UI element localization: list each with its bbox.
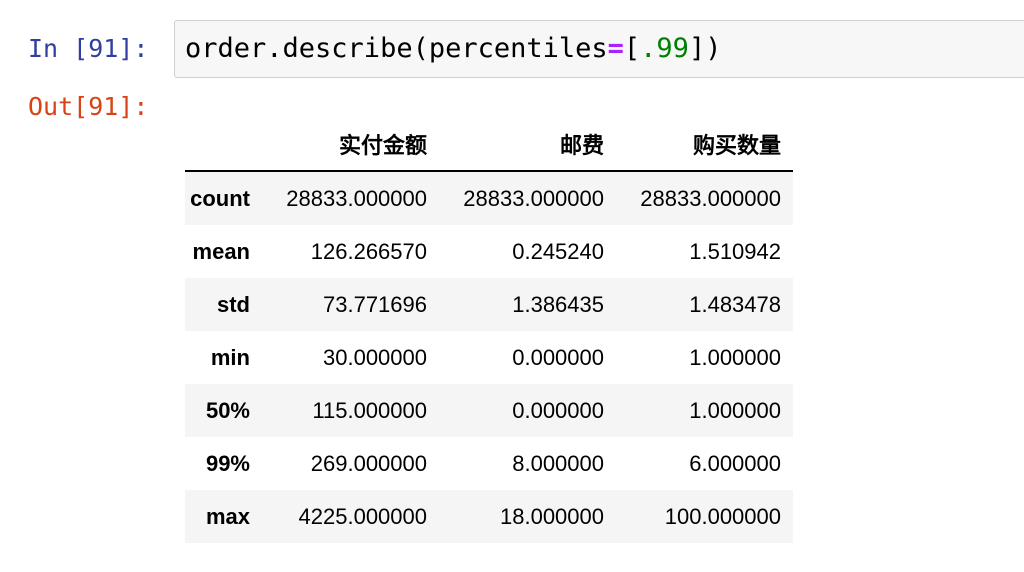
row-label: 50% bbox=[205, 397, 250, 423]
table-cell: 269.000000 bbox=[310, 450, 427, 476]
code-input-cell[interactable]: order.describe(percentiles=[.99]) bbox=[174, 20, 1024, 78]
code-number: .99 bbox=[640, 33, 689, 64]
header-row: 实付金额 邮费 购买数量 bbox=[185, 118, 793, 172]
table-row: max 4225.000000 18.000000 100.000000 bbox=[185, 490, 793, 543]
table-row: min 30.000000 0.000000 1.000000 bbox=[185, 331, 793, 384]
notebook-page: In [91]: order.describe(percentiles=[.99… bbox=[0, 0, 1024, 572]
row-label: 99% bbox=[205, 450, 250, 476]
table-row: 99% 269.000000 8.000000 6.000000 bbox=[185, 437, 793, 490]
code-text[interactable]: order.describe(percentiles=[.99]) bbox=[185, 34, 721, 64]
table-cell: 30.000000 bbox=[323, 344, 427, 370]
row-label: std bbox=[217, 291, 250, 317]
table-row: mean 126.266570 0.245240 1.510942 bbox=[185, 225, 793, 278]
table-cell: 18.000000 bbox=[500, 503, 604, 529]
row-label: max bbox=[205, 503, 250, 529]
table-cell: 6.000000 bbox=[689, 450, 781, 476]
table-cell: 1.510942 bbox=[689, 238, 781, 264]
table-cell: 73.771696 bbox=[323, 291, 427, 317]
table-cell: 28833.000000 bbox=[463, 185, 604, 211]
table-row: std 73.771696 1.386435 1.483478 bbox=[185, 278, 793, 331]
code-bracket-close: ]) bbox=[688, 33, 722, 64]
table-cell: 4225.000000 bbox=[298, 503, 427, 529]
row-label: min bbox=[210, 344, 250, 370]
table-cell: 1.386435 bbox=[512, 291, 604, 317]
table-header: 实付金额 邮费 购买数量 bbox=[185, 118, 793, 172]
table-cell: 8.000000 bbox=[512, 450, 604, 476]
input-prompt: In [91]: bbox=[28, 34, 149, 63]
code-operator: = bbox=[607, 33, 624, 64]
row-label: mean bbox=[192, 238, 250, 264]
table-cell: 0.000000 bbox=[512, 397, 604, 423]
table-cell: 0.000000 bbox=[512, 344, 604, 370]
table-row: count 28833.000000 28833.000000 28833.00… bbox=[185, 171, 793, 225]
table-cell: 28833.000000 bbox=[286, 185, 427, 211]
table-cell: 0.245240 bbox=[512, 238, 604, 264]
table-cell: 126.266570 bbox=[310, 238, 427, 264]
row-label: count bbox=[190, 185, 250, 211]
table-cell: 100.000000 bbox=[664, 503, 781, 529]
describe-output-table: 实付金额 邮费 购买数量 count 28833.000000 28833.00… bbox=[185, 118, 793, 543]
table-cell: 115.000000 bbox=[312, 397, 427, 423]
table-cell: 1.000000 bbox=[689, 397, 781, 423]
column-header-shipping-fee: 邮费 bbox=[439, 118, 616, 172]
output-prompt: Out[91]: bbox=[28, 92, 149, 121]
code-bracket-open: [ bbox=[623, 33, 641, 64]
column-header-quantity: 购买数量 bbox=[616, 118, 793, 172]
table-cell: 28833.000000 bbox=[640, 185, 781, 211]
table-row: 50% 115.000000 0.000000 1.000000 bbox=[185, 384, 793, 437]
table-cell: 1.000000 bbox=[689, 344, 781, 370]
table-body: count 28833.000000 28833.000000 28833.00… bbox=[185, 171, 793, 543]
index-header bbox=[185, 118, 262, 172]
column-header-paid-amount: 实付金额 bbox=[262, 118, 439, 172]
table-cell: 1.483478 bbox=[689, 291, 781, 317]
code-call: order.describe(percentiles bbox=[185, 33, 608, 64]
